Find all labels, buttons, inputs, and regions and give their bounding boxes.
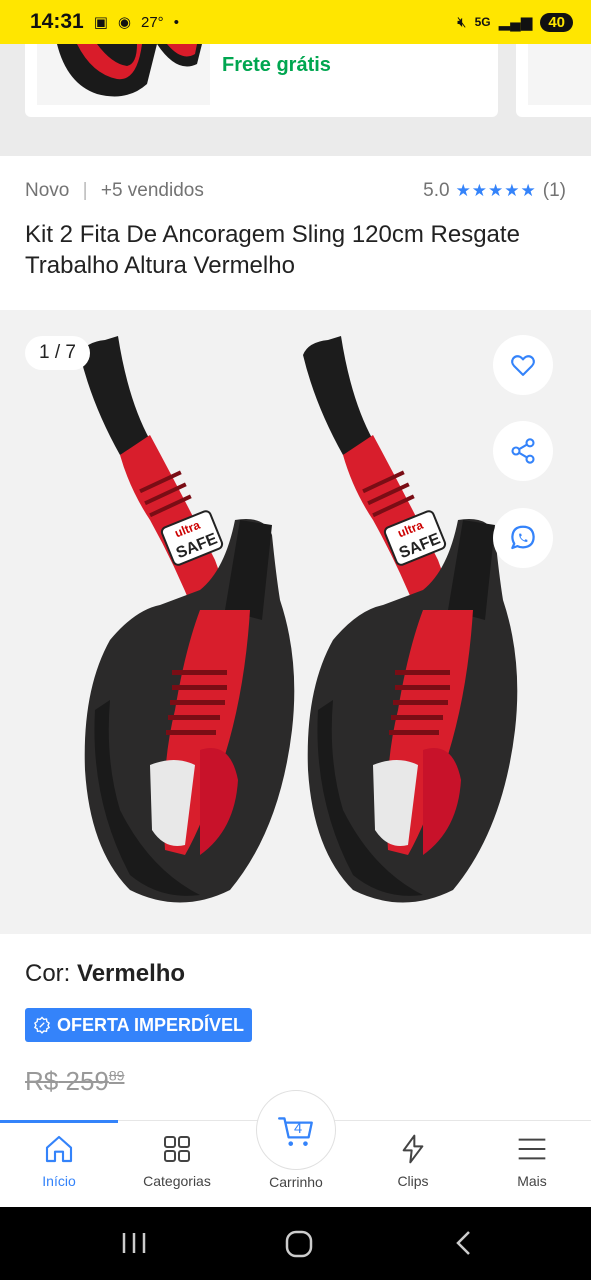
mute-icon: 🔇︎ — [457, 13, 467, 31]
status-time: 14:31 — [30, 10, 84, 33]
nav-home[interactable]: Início — [0, 1121, 118, 1208]
recommendations-area: Frete grátis — [0, 44, 591, 156]
discount-icon — [33, 1016, 51, 1034]
share-icon — [511, 438, 535, 464]
rating[interactable]: 5.0 ★★★★★ (1) — [423, 180, 566, 202]
product-meta: Novo | +5 vendidos 5.0 ★★★★★ (1) — [25, 180, 566, 202]
image-counter: 1 / 7 — [25, 336, 90, 370]
home-button-icon[interactable] — [284, 1229, 314, 1259]
battery-indicator: 40 — [540, 12, 573, 32]
cart-count: 4 — [294, 1121, 302, 1137]
chrome-icon: ◉ — [117, 14, 131, 31]
recommendation-thumbnail — [528, 44, 591, 105]
system-navigation-bar — [0, 1207, 591, 1280]
active-tab-indicator — [0, 1120, 118, 1123]
sold-count: +5 vendidos — [100, 180, 204, 201]
rating-value: 5.0 — [423, 180, 450, 201]
rating-stars-icon: ★★★★★ — [455, 181, 537, 200]
recommendation-card-next[interactable] — [516, 44, 591, 117]
deal-badge: OFERTA IMPERDÍVEL — [25, 1008, 253, 1042]
product-image: ultra SAFE ultra SAFE — [80, 336, 518, 903]
recommendation-card[interactable]: Frete grátis — [25, 44, 498, 117]
nav-more-label: Mais — [517, 1173, 547, 1189]
color-label: Cor: — [25, 960, 71, 987]
menu-icon — [518, 1138, 546, 1160]
share-button[interactable] — [493, 421, 553, 481]
nav-clips-label: Clips — [397, 1173, 429, 1189]
product-gallery[interactable]: ultra SAFE ultra SAFE 1 / 7 — [0, 310, 591, 934]
nav-more[interactable]: Mais — [473, 1121, 591, 1208]
nav-home-label: Início — [42, 1173, 76, 1189]
cart-icon: 4 — [278, 1117, 313, 1146]
favorite-button[interactable] — [493, 335, 553, 395]
recent-apps-icon[interactable] — [120, 1229, 148, 1257]
price-currency: R$ — [25, 1066, 59, 1096]
whatsapp-share-button[interactable] — [493, 508, 553, 568]
lightning-icon — [402, 1134, 424, 1164]
status-bar: 14:31 ▣ ◉ 27° • 🔇︎ 5G ▂▄▆ 40 — [0, 0, 591, 44]
price-cents: 89 — [108, 1067, 125, 1084]
heart-icon — [511, 355, 535, 376]
dot-icon: • — [173, 13, 179, 31]
recommendation-thumbnail — [37, 44, 210, 105]
home-icon — [45, 1135, 73, 1163]
meta-separator: | — [82, 180, 88, 201]
rating-count: (1) — [542, 180, 566, 201]
product-title: Kit 2 Fita De Ancoragem Sling 120cm Resg… — [25, 221, 520, 279]
color-value: Vermelho — [77, 960, 186, 987]
nav-clips[interactable]: Clips — [354, 1121, 472, 1208]
nav-cart[interactable]: 4 — [256, 1090, 336, 1170]
signal-icon: ▂▄▆ — [498, 14, 533, 31]
status-temperature: 27° — [141, 13, 164, 31]
product-header: Novo | +5 vendidos 5.0 ★★★★★ (1) Kit 2 F… — [0, 156, 591, 310]
screenshot-icon: ▣ — [93, 14, 108, 31]
condition-label: Novo — [25, 180, 70, 201]
nav-categories[interactable]: Categorias — [118, 1121, 236, 1208]
whatsapp-icon — [511, 525, 535, 550]
deal-badge-label: OFERTA IMPERDÍVEL — [57, 1014, 245, 1035]
nav-cart-label: Carrinho — [269, 1174, 323, 1190]
network-label: 5G — [474, 15, 491, 29]
free-shipping-label: Frete grátis — [222, 54, 331, 76]
nav-categories-label: Categorias — [143, 1173, 211, 1189]
grid-icon — [164, 1136, 190, 1162]
back-icon[interactable] — [452, 1229, 476, 1257]
color-selection[interactable]: Cor: Vermelho — [25, 960, 566, 988]
price-whole: 259 — [65, 1066, 109, 1096]
